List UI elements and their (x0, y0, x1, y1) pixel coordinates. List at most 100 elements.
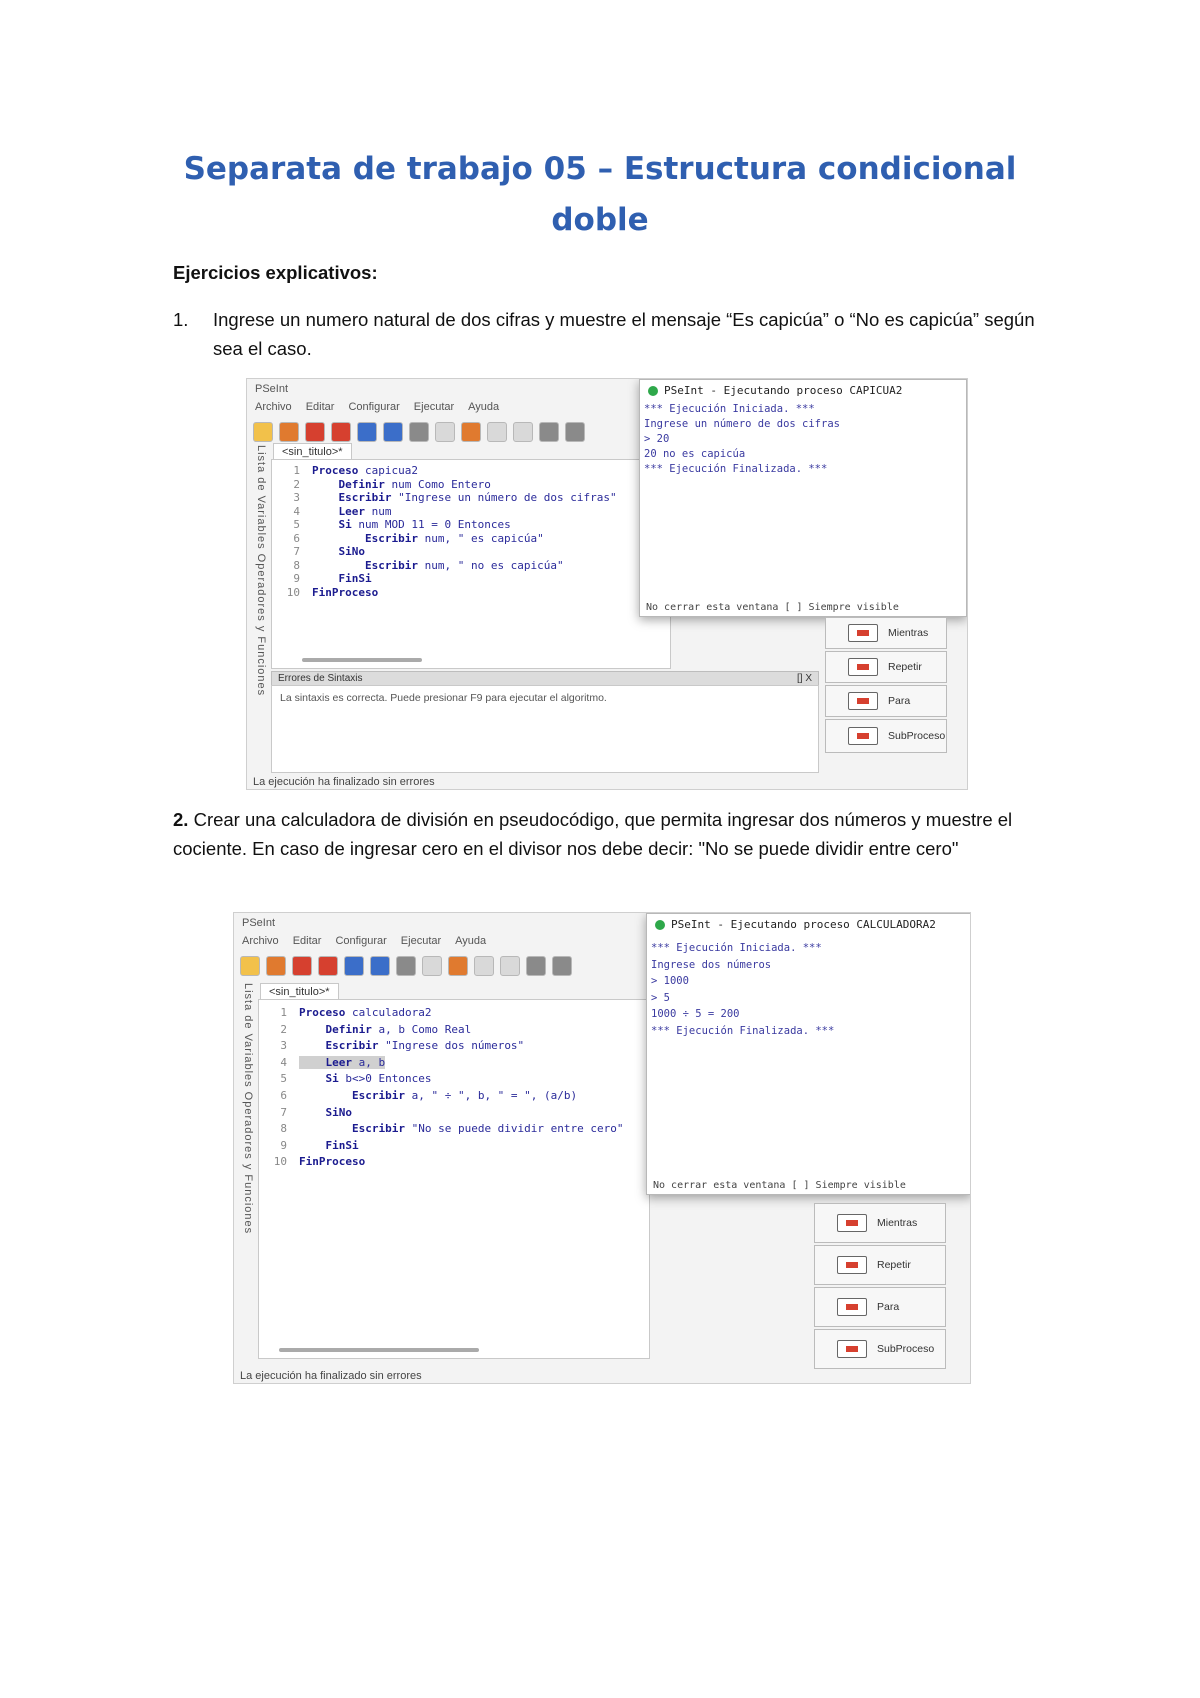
format-icon[interactable] (474, 956, 494, 976)
code-keyword: Si (299, 1072, 339, 1086)
copy-icon[interactable] (422, 956, 442, 976)
code-keyword: Escribir (299, 1122, 405, 1136)
cut-icon[interactable] (396, 956, 416, 976)
find-icon[interactable] (500, 956, 520, 976)
undo-icon[interactable] (357, 422, 377, 442)
file-tab[interactable]: <sin_titulo>* (273, 443, 352, 460)
step-icon[interactable] (565, 422, 585, 442)
code-line[interactable]: 3 Escribir "Ingrese un número de dos cif… (272, 491, 616, 504)
for-icon (848, 692, 878, 710)
horizontal-scrollbar[interactable] (279, 1348, 479, 1352)
save-as-icon[interactable] (318, 956, 338, 976)
paste-icon[interactable] (448, 956, 468, 976)
command-repetir[interactable]: Repetir (825, 651, 947, 683)
code-keyword: Si (312, 518, 352, 531)
code-line[interactable]: 6 Escribir a, " ÷ ", b, " = ", (a/b) (259, 1089, 577, 1102)
line-number: 7 (293, 545, 300, 558)
exercise-1: 1. Ingrese un numero natural de dos cifr… (173, 305, 1053, 363)
find-icon[interactable] (513, 422, 533, 442)
copy-icon[interactable] (435, 422, 455, 442)
command-mientras[interactable]: Mientras (814, 1203, 946, 1243)
code-editor[interactable]: 1 Proceso capicua2 2 Definir num Como Ente… (271, 459, 671, 669)
new-file-icon[interactable] (240, 956, 260, 976)
side-tabs[interactable]: Lista de Variables Operadores y Funcione… (249, 445, 267, 696)
format-icon[interactable] (487, 422, 507, 442)
code-line[interactable]: 6 Escribir num, " es capicúa" (272, 532, 543, 545)
code-line[interactable]: 9 FinSi (259, 1138, 359, 1152)
command-subproceso[interactable]: SubProceso (814, 1329, 946, 1369)
code-line[interactable]: 2 Definir a, b Como Real (259, 1023, 471, 1036)
menu-editar[interactable]: Editar (293, 935, 322, 947)
exercise-2-number: 2. (173, 809, 189, 830)
code-line[interactable]: 3 Escribir "Ingrese dos números" (259, 1039, 524, 1052)
menu-ejecutar[interactable]: Ejecutar (414, 401, 454, 413)
code-line[interactable]: 8 Escribir "No se puede dividir entre ce… (259, 1122, 624, 1136)
new-file-icon[interactable] (253, 422, 273, 442)
code-line[interactable]: 10 FinProceso (272, 586, 378, 599)
run-icon[interactable] (539, 422, 559, 442)
paste-icon[interactable] (461, 422, 481, 442)
toolbar (253, 419, 585, 445)
code-line[interactable]: 4 Leer a, b (259, 1055, 386, 1069)
code-text: "Ingrese dos números" (378, 1039, 525, 1053)
code-editor[interactable]: 1 Proceso calculadora2 2 Definir a, b Como… (258, 999, 650, 1359)
code-line[interactable]: 2 Definir num Como Entero (272, 477, 490, 491)
command-repetir[interactable]: Repetir (814, 1245, 946, 1285)
menu-archivo[interactable]: Archivo (255, 401, 292, 413)
code-keyword: FinSi (312, 572, 372, 585)
menu-ayuda[interactable]: Ayuda (468, 401, 499, 413)
code-text: num (364, 504, 392, 518)
menu-editar[interactable]: Editar (306, 401, 335, 413)
save-icon[interactable] (305, 422, 325, 442)
subprocess-icon (848, 727, 878, 745)
play-icon (648, 385, 658, 396)
open-file-icon[interactable] (266, 956, 286, 976)
run-icon[interactable] (526, 956, 546, 976)
step-icon[interactable] (552, 956, 572, 976)
menu-configurar[interactable]: Configurar (335, 935, 386, 947)
command-subproceso[interactable]: SubProceso (825, 719, 947, 753)
output-line: Ingrese dos números (651, 958, 772, 971)
code-line[interactable]: 1 Proceso calculadora2 (259, 1006, 431, 1019)
output-line: *** Ejecución Finalizada. *** (651, 1024, 835, 1037)
code-line[interactable]: 8 Escribir num, " no es capicúa" (272, 558, 564, 572)
run-output: *** Ejecución Iniciada. *** Ingrese un nú… (644, 402, 840, 477)
save-as-icon[interactable] (331, 422, 351, 442)
code-line[interactable]: 7 SiNo (259, 1106, 352, 1119)
run-window: PSeInt - Ejecutando proceso CALCULADORA2… (646, 913, 970, 1195)
menu-ejecutar[interactable]: Ejecutar (401, 935, 441, 947)
code-line[interactable]: 9 FinSi (272, 572, 372, 585)
cut-icon[interactable] (409, 422, 429, 442)
run-window-footer[interactable]: No cerrar esta ventana [ ] Siempre visib… (653, 1180, 906, 1191)
open-file-icon[interactable] (279, 422, 299, 442)
file-tab[interactable]: <sin_titulo>* (260, 983, 339, 1000)
command-mientras[interactable]: Mientras (825, 617, 947, 649)
code-text: "No se puede dividir entre cero" (404, 1122, 624, 1136)
command-para[interactable]: Para (825, 685, 947, 717)
horizontal-scrollbar[interactable] (302, 658, 422, 662)
menu-archivo[interactable]: Archivo (242, 935, 279, 947)
code-line[interactable]: 5 Si b<>0 Entonces (259, 1072, 431, 1085)
errors-panel-buttons[interactable]: [] X (797, 673, 812, 684)
menu-ayuda[interactable]: Ayuda (455, 935, 486, 947)
line-number: 1 (280, 1006, 287, 1019)
undo-icon[interactable] (344, 956, 364, 976)
redo-icon[interactable] (370, 956, 390, 976)
code-line[interactable]: 10 FinProceso (259, 1155, 365, 1168)
status-bar: La ejecución ha finalizado sin errores (240, 1370, 422, 1382)
code-line[interactable]: 1 Proceso capicua2 (272, 464, 418, 477)
save-icon[interactable] (292, 956, 312, 976)
code-line[interactable]: 4 Leer num (272, 505, 391, 518)
redo-icon[interactable] (383, 422, 403, 442)
code-text: a, " ÷ ", b, " = ", (a/b) (404, 1089, 578, 1102)
side-tabs[interactable]: Lista de Variables Operadores y Funcione… (236, 983, 254, 1234)
code-line[interactable]: 5 Si num MOD 11 = 0 Entonces (272, 518, 510, 531)
run-window-footer[interactable]: No cerrar esta ventana [ ] Siempre visib… (646, 602, 899, 613)
code-line[interactable]: 7 SiNo (272, 545, 365, 558)
menu-configurar[interactable]: Configurar (348, 401, 399, 413)
code-keyword: FinSi (299, 1138, 359, 1152)
code-text: num, " no es capicúa" (417, 558, 564, 572)
command-para[interactable]: Para (814, 1287, 946, 1327)
line-number: 8 (293, 558, 300, 572)
code-keyword: Definir (312, 477, 385, 491)
